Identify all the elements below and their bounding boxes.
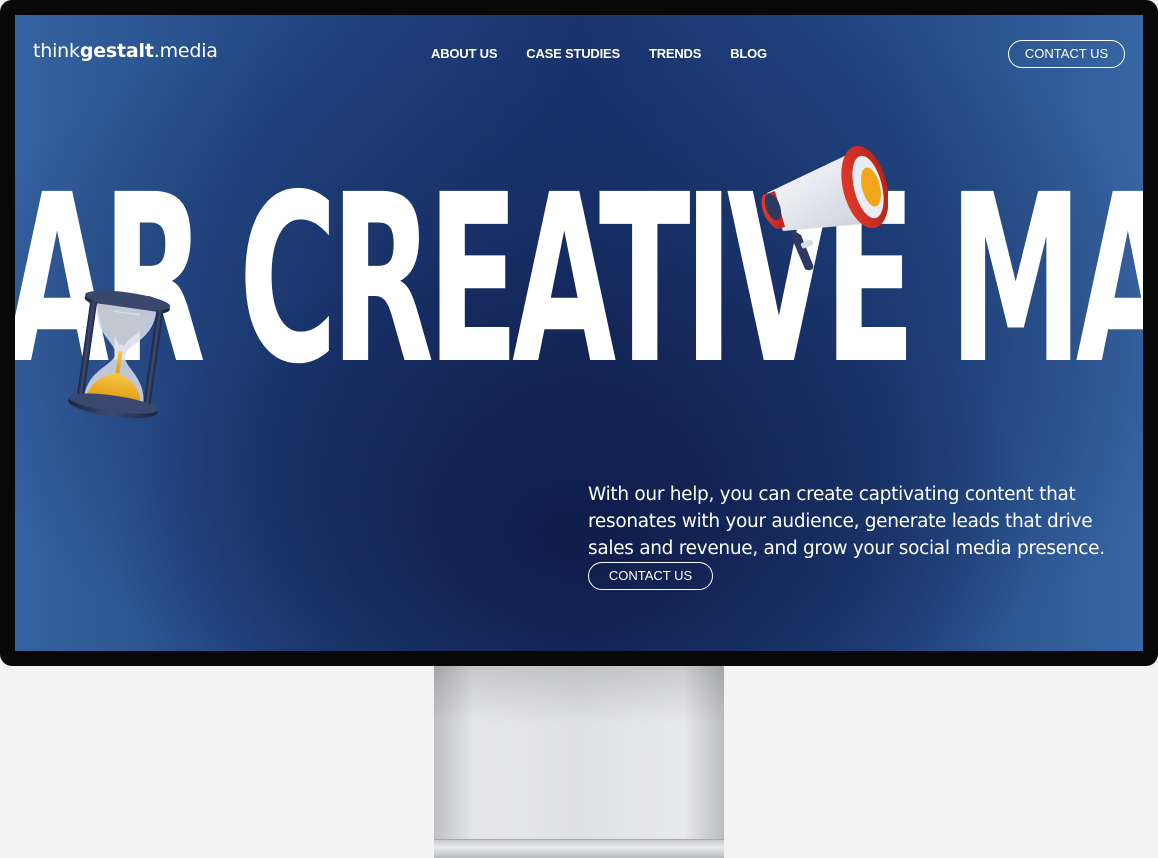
monitor-stand	[434, 664, 724, 858]
main-nav: ABOUT US CASE STUDIES TRENDS BLOG	[431, 46, 767, 61]
hero-contact-button[interactable]: CONTACT US	[588, 562, 713, 590]
marquee-text: AR CREATIVE MAR	[15, 175, 1143, 385]
nav-blog[interactable]: BLOG	[730, 46, 767, 61]
nav-trends[interactable]: TRENDS	[649, 46, 701, 61]
monitor-bezel: thinkgestalt.media ABOUT US CASE STUDIES…	[0, 0, 1158, 666]
stand-shadow	[434, 664, 724, 724]
stand-base	[434, 839, 724, 858]
logo-suffix: .media	[153, 40, 218, 62]
hero-description: With our help, you can create captivatin…	[588, 483, 1105, 559]
logo-prefix: think	[33, 40, 80, 62]
site-logo[interactable]: thinkgestalt.media	[33, 40, 218, 62]
website-screen: thinkgestalt.media ABOUT US CASE STUDIES…	[15, 15, 1143, 651]
hero-marquee: AR CREATIVE MAR	[15, 175, 1143, 385]
megaphone-icon	[761, 145, 888, 271]
header-contact-button[interactable]: CONTACT US	[1008, 40, 1125, 68]
nav-about-us[interactable]: ABOUT US	[431, 46, 497, 61]
logo-bold: gestalt	[79, 40, 154, 62]
nav-case-studies[interactable]: CASE STUDIES	[526, 46, 620, 61]
hourglass-icon	[68, 290, 171, 419]
